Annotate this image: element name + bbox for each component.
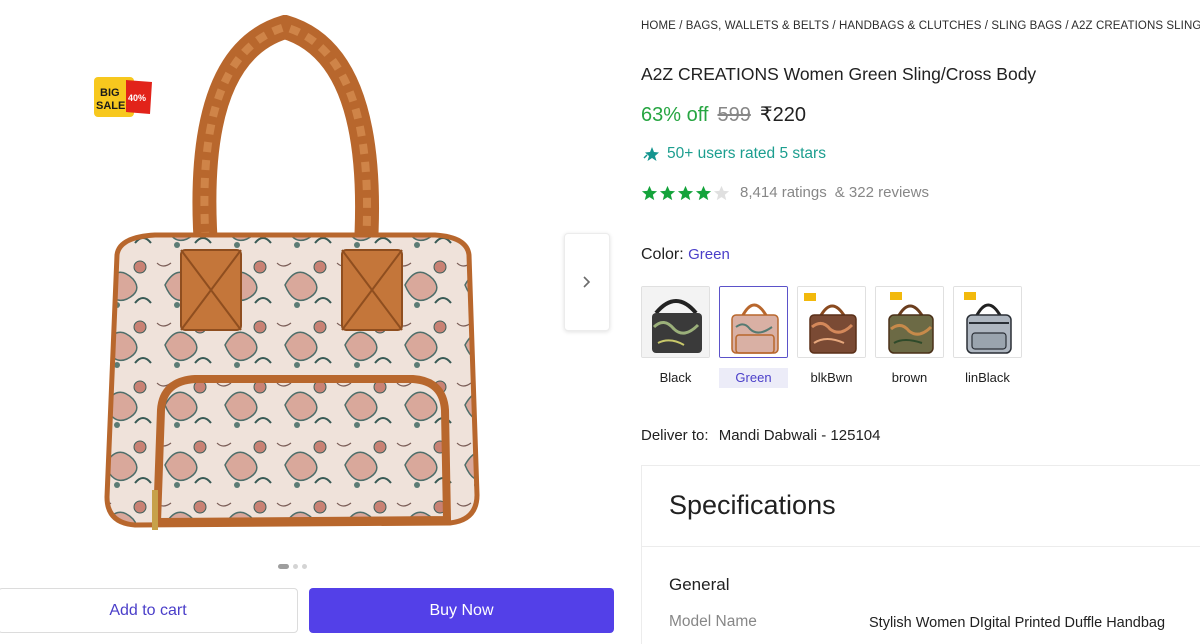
sparkle-star-icon (643, 147, 659, 161)
price-row: 63% off 599 ₹220 (641, 102, 806, 127)
product-gallery: BIG SALE 40% Add to cart Buy Now (0, 0, 625, 644)
color-swatch-blkbwn[interactable]: blkBwn (797, 286, 866, 388)
top-rated-note: 50+ users rated 5 stars (643, 145, 826, 163)
color-swatch-black[interactable]: Black (641, 286, 710, 388)
star-empty-icon (713, 185, 730, 200)
star-icon (677, 185, 694, 200)
discount-percent: 63% off (641, 104, 709, 126)
specifications-title: Specifications (669, 490, 836, 520)
original-price: 599 (717, 104, 751, 126)
top-rated-text: 50+ users rated 5 stars (667, 145, 826, 162)
delivery-address[interactable]: Mandi Dabwali - 125104 (719, 427, 881, 444)
selling-price: ₹220 (759, 104, 806, 126)
next-image-button[interactable] (564, 233, 610, 331)
spec-group-title: General (669, 575, 730, 594)
big-sale-badge: BIG SALE 40% (92, 74, 154, 120)
svg-text:BIG: BIG (100, 87, 120, 99)
spec-value: Stylish Women DIgital Printed Duffle Han… (869, 615, 1166, 631)
buy-now-button[interactable]: Buy Now (309, 588, 614, 633)
color-swatch-green[interactable]: Green (719, 286, 788, 388)
star-rating (641, 185, 730, 201)
star-icon (659, 185, 676, 200)
image-pagination (278, 564, 307, 569)
color-label-text: Color: (641, 246, 684, 263)
add-to-cart-button[interactable]: Add to cart (0, 588, 298, 633)
swatch-thumbnail[interactable] (875, 286, 944, 358)
spec-key: Model Name (669, 613, 757, 630)
pagination-dot-active[interactable] (278, 564, 289, 569)
swatch-label: Green (719, 368, 788, 388)
divider (642, 546, 1200, 547)
swatch-label: Black (659, 370, 692, 385)
delivery-location[interactable]: Deliver to: Mandi Dabwali - 125104 (641, 427, 880, 444)
swatch-label: blkBwn (810, 370, 853, 385)
svg-text:SALE: SALE (96, 100, 125, 112)
reviews-count: & 322 reviews (834, 184, 929, 201)
color-swatch-brown[interactable]: brown (875, 286, 944, 388)
selected-color-value: Green (688, 246, 730, 263)
swatch-thumbnail[interactable] (953, 286, 1022, 358)
chevron-right-icon (583, 276, 591, 288)
rating-summary[interactable]: 8,414 ratings & 322 reviews (641, 184, 929, 201)
product-image[interactable] (95, 15, 495, 540)
swatch-label: linBlack (965, 370, 1010, 385)
color-swatch-linblack[interactable]: linBlack (953, 286, 1022, 388)
pagination-dot[interactable] (293, 564, 298, 569)
star-icon (695, 185, 712, 200)
swatch-thumbnail[interactable] (641, 286, 710, 358)
pagination-dot[interactable] (302, 564, 307, 569)
swatch-label: brown (891, 370, 928, 385)
star-icon (641, 185, 658, 200)
color-label: Color: Green (641, 246, 730, 264)
ratings-count: 8,414 ratings (740, 184, 827, 201)
svg-text:40%: 40% (128, 93, 146, 103)
swatch-thumbnail[interactable] (719, 286, 788, 358)
color-swatches: Black Green blkBwn brown linBlack (641, 286, 1022, 388)
deliver-label: Deliver to: (641, 427, 709, 444)
swatch-thumbnail[interactable] (797, 286, 866, 358)
specifications-card: Specifications General Model Name Stylis… (641, 465, 1200, 644)
product-title: A2Z CREATIONS Women Green Sling/Cross Bo… (641, 64, 1037, 84)
breadcrumb[interactable]: HOME / BAGS, WALLETS & BELTS / HANDBAGS … (641, 20, 1200, 32)
